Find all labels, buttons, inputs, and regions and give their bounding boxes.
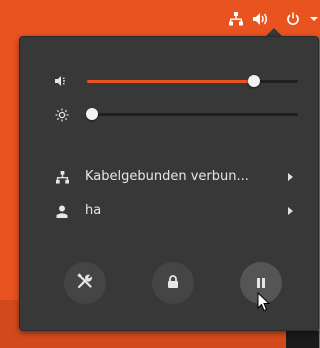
volume-icon [54, 73, 70, 89]
settings-button[interactable] [64, 262, 106, 304]
menu-pointer [266, 28, 282, 36]
window-thumbnail [286, 330, 319, 348]
user-label: ha [85, 203, 102, 218]
tools-icon [77, 273, 93, 293]
brightness-icon [54, 107, 70, 123]
pause-icon [256, 274, 266, 293]
network-wired-icon [54, 169, 70, 185]
system-menu: Kabelgebunden verbun... ha [19, 36, 319, 331]
user-icon [54, 203, 70, 219]
brightness-slider[interactable] [86, 108, 298, 120]
volume-slider-fill [87, 80, 254, 83]
volume-slider-knob[interactable] [248, 75, 260, 87]
network-menu-item[interactable]: Kabelgebunden verbun... [20, 165, 318, 189]
mouse-cursor-icon [257, 291, 271, 316]
lock-button[interactable] [152, 262, 194, 304]
user-menu-item[interactable]: ha [20, 199, 318, 223]
network-label: Kabelgebunden verbun... [85, 169, 249, 184]
power-icon[interactable] [284, 10, 302, 28]
submenu-arrow-icon [288, 173, 293, 181]
network-wired-icon[interactable] [227, 10, 245, 28]
lock-icon [167, 274, 179, 293]
volume-slider[interactable] [87, 75, 298, 87]
volume-icon[interactable] [250, 10, 272, 28]
brightness-slider-knob[interactable] [86, 108, 98, 120]
submenu-arrow-icon [288, 207, 293, 215]
chevron-down-icon[interactable] [309, 10, 319, 28]
